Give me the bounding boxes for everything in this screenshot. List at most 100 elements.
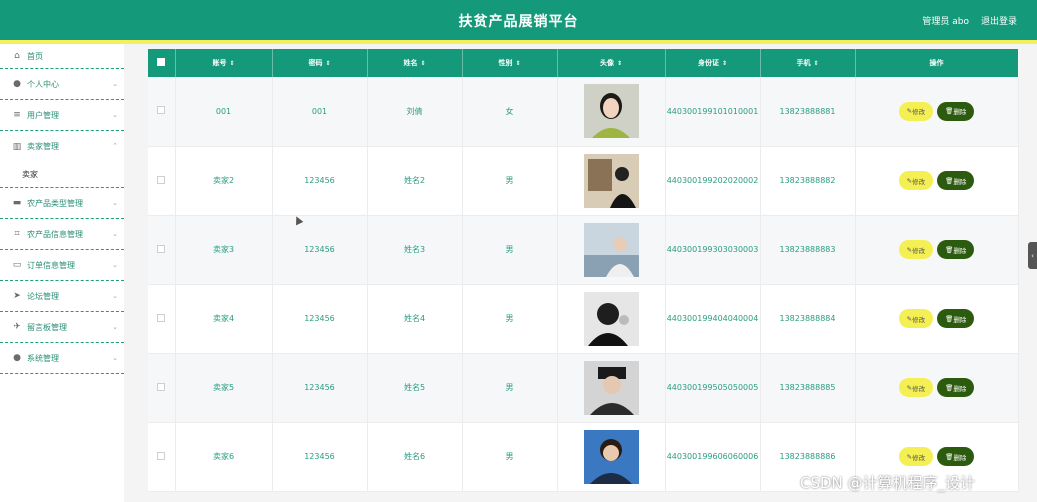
row-checkbox[interactable] <box>157 244 166 253</box>
cell-phone: 13823888885 <box>760 353 856 423</box>
column-header-idcard[interactable]: 身份证 ⇕ <box>665 49 761 77</box>
chevron-left-icon: ‹ <box>1031 251 1034 260</box>
cell-phone: 13823888884 <box>760 284 856 354</box>
sidebar-subitem-label: 卖家 <box>22 170 38 179</box>
logout-link[interactable]: 退出登录 <box>981 14 1017 27</box>
sort-icon[interactable]: ⇕ <box>420 60 425 67</box>
sort-icon[interactable]: ⇕ <box>325 60 330 67</box>
avatar <box>583 84 639 139</box>
column-header-password[interactable]: 密码 ⇕ <box>272 49 368 77</box>
cell-name: 姓名5 <box>367 353 463 423</box>
sidebar-item-sellers[interactable]: ▥ 卖家管理 ⌃ <box>0 131 124 162</box>
sidebar-item-product-types[interactable]: ▬ 农产品类型管理 ⌄ <box>0 188 124 219</box>
cell-account: 卖家6 <box>175 422 273 492</box>
box-icon: ▬ <box>12 198 22 208</box>
cell-account: 卖家2 <box>175 146 273 216</box>
row-checkbox[interactable] <box>157 313 166 322</box>
edit-button[interactable]: ✎ 修改 <box>898 447 934 466</box>
table-row: 卖家5 123456 姓名5 男 440300199505050005 1382… <box>148 353 1019 423</box>
edit-button[interactable]: ✎ 修改 <box>898 101 934 121</box>
cell-idcard: 440300199505050005 <box>665 353 761 423</box>
sidebar-subitem-seller[interactable]: 卖家 <box>0 162 124 188</box>
cell-name: 姓名6 <box>367 422 463 492</box>
top-header: 扶贫产品展销平台 管理员 abo 退出登录 <box>0 0 1037 40</box>
sidebar-item-home[interactable]: ⌂ 首页 <box>0 44 124 69</box>
cell-password: 123456 <box>272 215 368 285</box>
message-icon: ▭ <box>12 260 22 270</box>
sidebar-item-orders[interactable]: ▭ 订单信息管理 ⌄ <box>0 250 124 281</box>
table-row: 卖家4 123456 姓名4 男 440300199404040004 1382… <box>148 284 1019 354</box>
cell-idcard: 440300199404040004 <box>665 284 761 354</box>
sidebar-item-label: 农产品类型管理 <box>27 198 83 208</box>
chevron-down-icon: ⌄ <box>112 230 118 238</box>
chevron-down-icon: ⌄ <box>112 354 118 362</box>
sidebar-item-label: 用户管理 <box>27 110 59 120</box>
chevron-down-icon: ⌄ <box>112 323 118 331</box>
sidebar-item-label: 系统管理 <box>27 353 59 363</box>
column-header-account[interactable]: 账号 ⇕ <box>175 49 273 77</box>
user-icon: ● <box>13 353 21 363</box>
cell-actions: ✎ 修改 🗑 删除 <box>855 146 1019 216</box>
send-icon: ➤ <box>13 291 21 301</box>
cell-actions: ✎ 修改 🗑 删除 <box>855 77 1019 147</box>
row-checkbox[interactable] <box>157 451 166 460</box>
sidebar-item-users[interactable]: ≡ 用户管理 ⌄ <box>0 100 124 131</box>
sidebar-item-label: 订单信息管理 <box>27 260 75 270</box>
column-header-gender[interactable]: 性别 ⇕ <box>462 49 558 77</box>
row-checkbox[interactable] <box>157 382 166 391</box>
cell-account: 卖家5 <box>175 353 273 423</box>
home-icon: ⌂ <box>14 51 20 61</box>
cell-idcard: 440300199303030003 <box>665 215 761 285</box>
sort-icon[interactable]: ⇕ <box>617 60 622 67</box>
delete-button[interactable]: 🗑 删除 <box>937 378 975 397</box>
edit-button[interactable]: ✎ 修改 <box>898 309 934 328</box>
delete-button[interactable]: 🗑 删除 <box>937 309 975 328</box>
cell-name: 姓名4 <box>367 284 463 354</box>
chevron-down-icon: ⌄ <box>112 261 118 269</box>
cell-gender: 女 <box>462 77 558 147</box>
delete-button[interactable]: 🗑 删除 <box>937 101 975 121</box>
table-header-row: 账号 ⇕ 密码 ⇕ 姓名 ⇕ 性别 ⇕ 头像 ⇕ 身份证 ⇕ 手机 ⇕ 操作 <box>148 49 1019 77</box>
delete-button[interactable]: 🗑 删除 <box>937 240 975 259</box>
delete-button[interactable]: 🗑 删除 <box>937 447 975 466</box>
sidebar-item-product-info[interactable]: ⌗ 农产品信息管理 ⌄ <box>0 219 124 250</box>
delete-button[interactable]: 🗑 删除 <box>937 171 975 190</box>
column-header-phone[interactable]: 手机 ⇕ <box>760 49 856 77</box>
edit-button[interactable]: ✎ 修改 <box>898 378 934 397</box>
row-checkbox[interactable] <box>157 106 166 115</box>
row-checkbox[interactable] <box>157 175 166 184</box>
cell-account: 卖家4 <box>175 284 273 354</box>
cell-gender: 男 <box>462 353 558 423</box>
seller-table: 账号 ⇕ 密码 ⇕ 姓名 ⇕ 性别 ⇕ 头像 ⇕ 身份证 ⇕ 手机 ⇕ 操作 001 001 … <box>148 49 1019 492</box>
cell-actions: ✎ 修改 🗑 删除 <box>855 284 1019 354</box>
main-content: 账号 ⇕ 密码 ⇕ 姓名 ⇕ 性别 ⇕ 头像 ⇕ 身份证 ⇕ 手机 ⇕ 操作 001 001 … <box>148 49 1019 492</box>
sidebar-item-messageboard[interactable]: ✈ 留言板管理 ⌄ <box>0 312 124 343</box>
sort-icon[interactable]: ⇕ <box>229 60 234 67</box>
edit-button[interactable]: ✎ 修改 <box>898 171 934 190</box>
sidebar-item-system[interactable]: ● 系统管理 ⌄ <box>0 343 124 374</box>
accent-bar <box>0 40 1037 44</box>
select-all-checkbox[interactable] <box>157 58 166 66</box>
edit-button[interactable]: ✎ 修改 <box>898 240 934 259</box>
column-header-avatar[interactable]: 头像 ⇕ <box>557 49 666 77</box>
collapse-handle[interactable]: ‹ <box>1028 242 1037 269</box>
column-header-name[interactable]: 姓名 ⇕ <box>367 49 463 77</box>
cell-gender: 男 <box>462 146 558 216</box>
sort-icon[interactable]: ⇕ <box>813 60 818 67</box>
sort-icon[interactable]: ⇕ <box>722 60 727 67</box>
sidebar-item-label: 留言板管理 <box>27 322 67 332</box>
cell-name: 刘倩 <box>367 77 463 147</box>
cell-idcard: 440300199606060006 <box>665 422 761 492</box>
admin-user-label[interactable]: 管理员 abo <box>922 14 969 27</box>
cell-phone: 13823888881 <box>760 77 856 147</box>
cell-password: 123456 <box>272 146 368 216</box>
sidebar-item-profile[interactable]: ● 个人中心 ⌄ <box>0 69 124 100</box>
sidebar-item-forum[interactable]: ➤ 论坛管理 ⌄ <box>0 281 124 312</box>
sidebar-item-label: 个人中心 <box>27 79 59 89</box>
sort-icon[interactable]: ⇕ <box>515 60 520 67</box>
cell-actions: ✎ 修改 🗑 删除 <box>855 215 1019 285</box>
cell-gender: 男 <box>462 422 558 492</box>
cell-name: 姓名2 <box>367 146 463 216</box>
column-header-actions: 操作 <box>855 49 1019 77</box>
select-all-cell[interactable] <box>148 49 176 77</box>
